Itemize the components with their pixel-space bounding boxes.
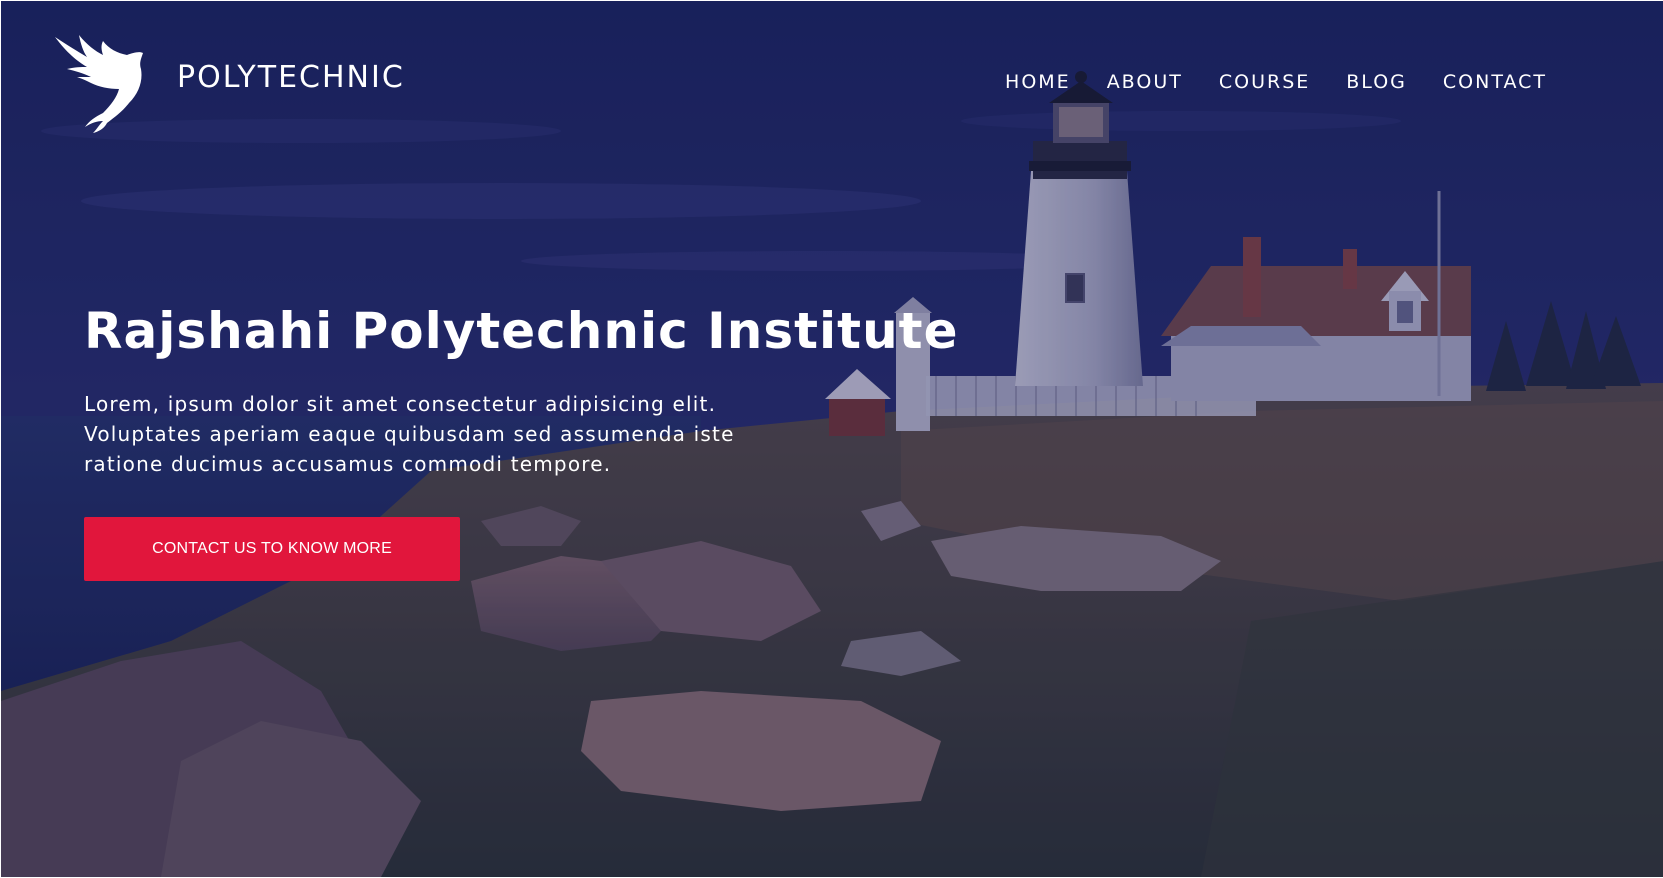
navbar: POLYTECHNIC HOME ABOUT COURSE BLOG CONTA… bbox=[1, 1, 1663, 171]
winged-figure-logo-icon bbox=[55, 35, 143, 133]
nav-item-about[interactable]: ABOUT bbox=[1107, 71, 1183, 93]
contact-cta-button[interactable]: CONTACT US TO KNOW MORE bbox=[84, 517, 460, 581]
hero-section: POLYTECHNIC HOME ABOUT COURSE BLOG CONTA… bbox=[1, 1, 1663, 877]
main-nav: HOME ABOUT COURSE BLOG CONTACT bbox=[1005, 71, 1547, 93]
page: POLYTECHNIC HOME ABOUT COURSE BLOG CONTA… bbox=[0, 0, 1663, 878]
hero-title: Rajshahi Polytechnic Institute bbox=[84, 302, 959, 360]
brand[interactable]: POLYTECHNIC bbox=[53, 33, 405, 135]
hero-content: Rajshahi Polytechnic Institute Lorem, ip… bbox=[84, 301, 959, 581]
nav-item-home[interactable]: HOME bbox=[1005, 71, 1071, 93]
hero-description: Lorem, ipsum dolor sit amet consectetur … bbox=[84, 392, 735, 476]
nav-item-contact[interactable]: CONTACT bbox=[1443, 71, 1547, 93]
nav-item-blog[interactable]: BLOG bbox=[1346, 71, 1407, 93]
brand-name: POLYTECHNIC bbox=[177, 59, 405, 95]
nav-item-course[interactable]: COURSE bbox=[1219, 71, 1310, 93]
